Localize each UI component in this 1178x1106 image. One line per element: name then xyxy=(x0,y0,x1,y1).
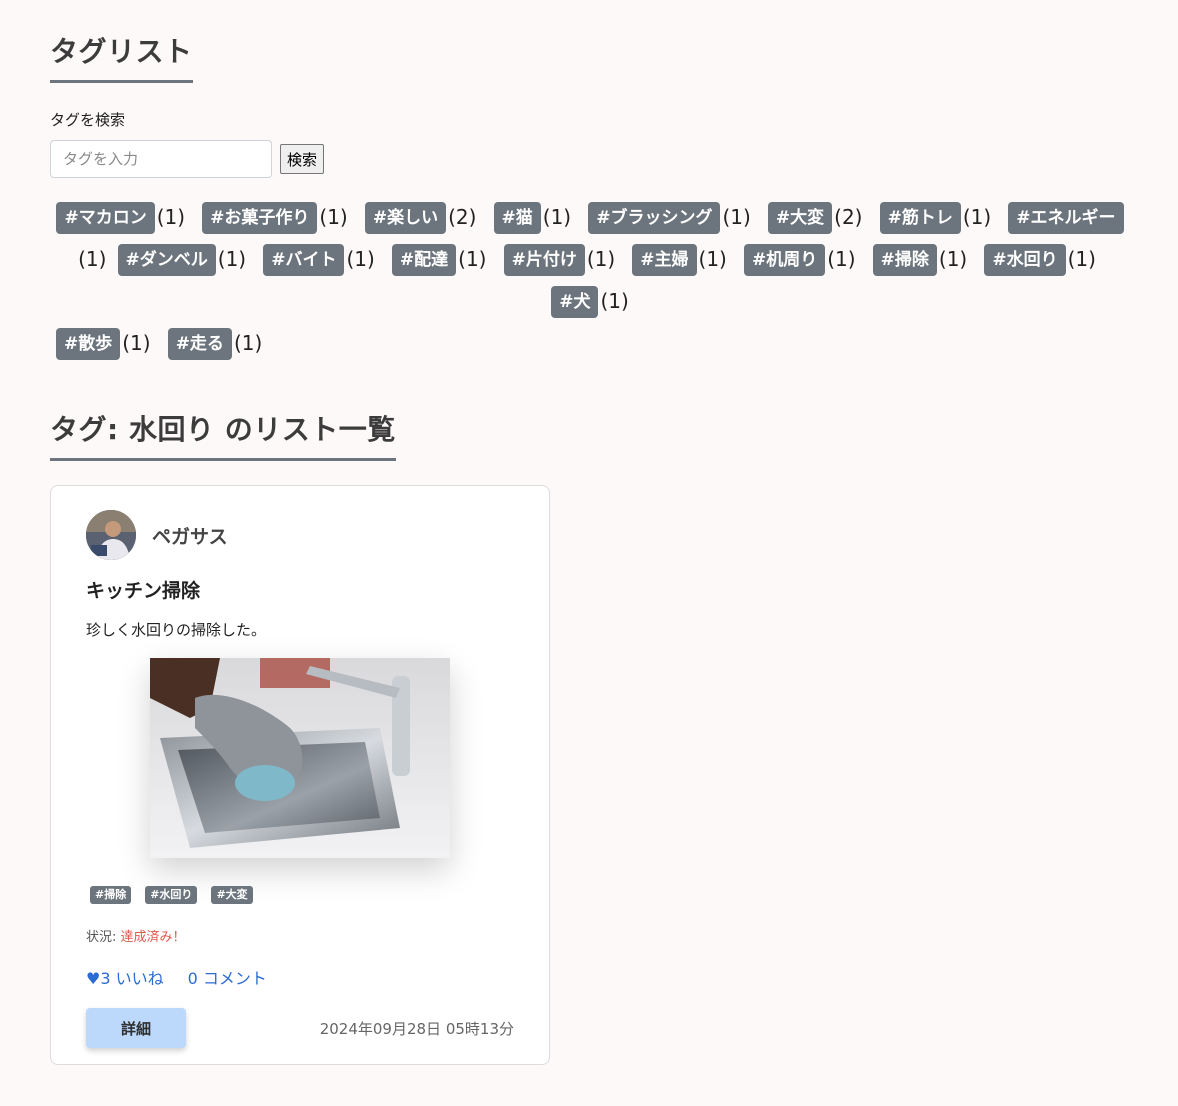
avatar[interactable] xyxy=(86,510,136,560)
author-name[interactable]: ペガサス xyxy=(152,522,228,549)
tag-link[interactable]: #猫 xyxy=(493,201,541,234)
comment-link[interactable]: 0 コメント xyxy=(188,965,267,989)
tag-search-label: タグを検索 xyxy=(50,111,126,129)
tag-count: (1) xyxy=(600,289,629,313)
tag-count: (1) xyxy=(962,205,992,229)
tag-count: (1) xyxy=(78,247,107,271)
tag-link[interactable]: #楽しい xyxy=(364,201,447,234)
tag-count: (1) xyxy=(1067,247,1096,271)
post-tag[interactable]: #大変 xyxy=(211,886,253,904)
tag-link[interactable]: #ダンベル xyxy=(117,243,216,276)
post-meta: ♥3 いいね 0 コメント xyxy=(86,965,514,989)
tag-count: (2) xyxy=(448,205,477,229)
post-title: キッチン掃除 xyxy=(86,580,201,602)
tag-count: (1) xyxy=(827,247,856,271)
tag-cloud: #マカロン (1) #お菓子作り (1) #楽しい (2) #猫 (1) #ブラッシング… xyxy=(34,196,1146,364)
tag-link[interactable]: #散歩 xyxy=(56,327,121,360)
list-section-title: タグ: 水回り のリスト一覧 xyxy=(50,408,396,461)
tag-count: (1) xyxy=(586,247,616,271)
tag-link[interactable]: #片付け xyxy=(503,243,585,276)
tag-count: (1) xyxy=(698,247,727,271)
tag-link[interactable]: #犬 xyxy=(551,285,599,318)
tag-search-row: 検索 xyxy=(50,140,1146,178)
post-image xyxy=(150,658,450,858)
post-tags: #掃除 #水回り #大変 xyxy=(86,886,514,904)
tag-list-title: タグリスト xyxy=(50,30,193,83)
post-tag[interactable]: #水回り xyxy=(145,886,198,904)
status-value: 達成済み！ xyxy=(120,930,186,945)
post-timestamp: 2024年09月28日 05時13分 xyxy=(319,1019,514,1038)
tag-link[interactable]: #筋トレ xyxy=(879,201,961,234)
tag-count: (1) xyxy=(722,205,751,229)
tag-search-button[interactable]: 検索 xyxy=(280,144,325,174)
status-label: 状況: xyxy=(86,930,117,945)
tag-link[interactable]: #掃除 xyxy=(872,243,937,276)
post-card: ペガサス キッチン掃除 珍しく水回りの掃除した。 #掃除 #水回り #大変 状況… xyxy=(50,485,550,1065)
card-footer: 詳細 2024年09月28日 05時13分 xyxy=(86,1008,514,1048)
tag-link[interactable]: #机周り xyxy=(743,243,826,276)
tag-link[interactable]: #配達 xyxy=(391,243,457,276)
tag-count: (1) xyxy=(938,247,968,271)
tag-count: (1) xyxy=(122,331,151,355)
post-body: 珍しく水回りの掃除した。 xyxy=(86,621,267,639)
tag-search-input[interactable] xyxy=(50,140,272,178)
tag-link[interactable]: #主婦 xyxy=(632,243,697,276)
tag-link[interactable]: #マカロン xyxy=(56,201,155,234)
tag-link[interactable]: #エネルギー xyxy=(1008,201,1124,234)
post-tag[interactable]: #掃除 xyxy=(90,886,132,904)
tag-count: (1) xyxy=(156,205,186,229)
tag-count: (1) xyxy=(319,205,348,229)
tag-link[interactable]: #ブラッシング xyxy=(588,201,721,234)
tag-count: (2) xyxy=(834,205,863,229)
status-row: 状況: 達成済み！ xyxy=(86,926,514,945)
tag-link[interactable]: #走る xyxy=(167,327,232,360)
post-author: ペガサス xyxy=(86,510,514,560)
tag-count: (1) xyxy=(233,331,263,355)
tag-count: (1) xyxy=(542,205,572,229)
tag-count: (1) xyxy=(458,247,487,271)
tag-count: (1) xyxy=(217,247,247,271)
tag-link[interactable]: #水回り xyxy=(984,243,1066,276)
tag-link[interactable]: #バイト xyxy=(263,243,345,276)
tag-count: (1) xyxy=(346,247,375,271)
tag-link[interactable]: #お菓子作り xyxy=(202,201,318,234)
like-button[interactable]: ♥3 いいね xyxy=(86,965,164,989)
detail-button[interactable]: 詳細 xyxy=(86,1008,186,1048)
tag-link[interactable]: #大変 xyxy=(767,201,833,234)
